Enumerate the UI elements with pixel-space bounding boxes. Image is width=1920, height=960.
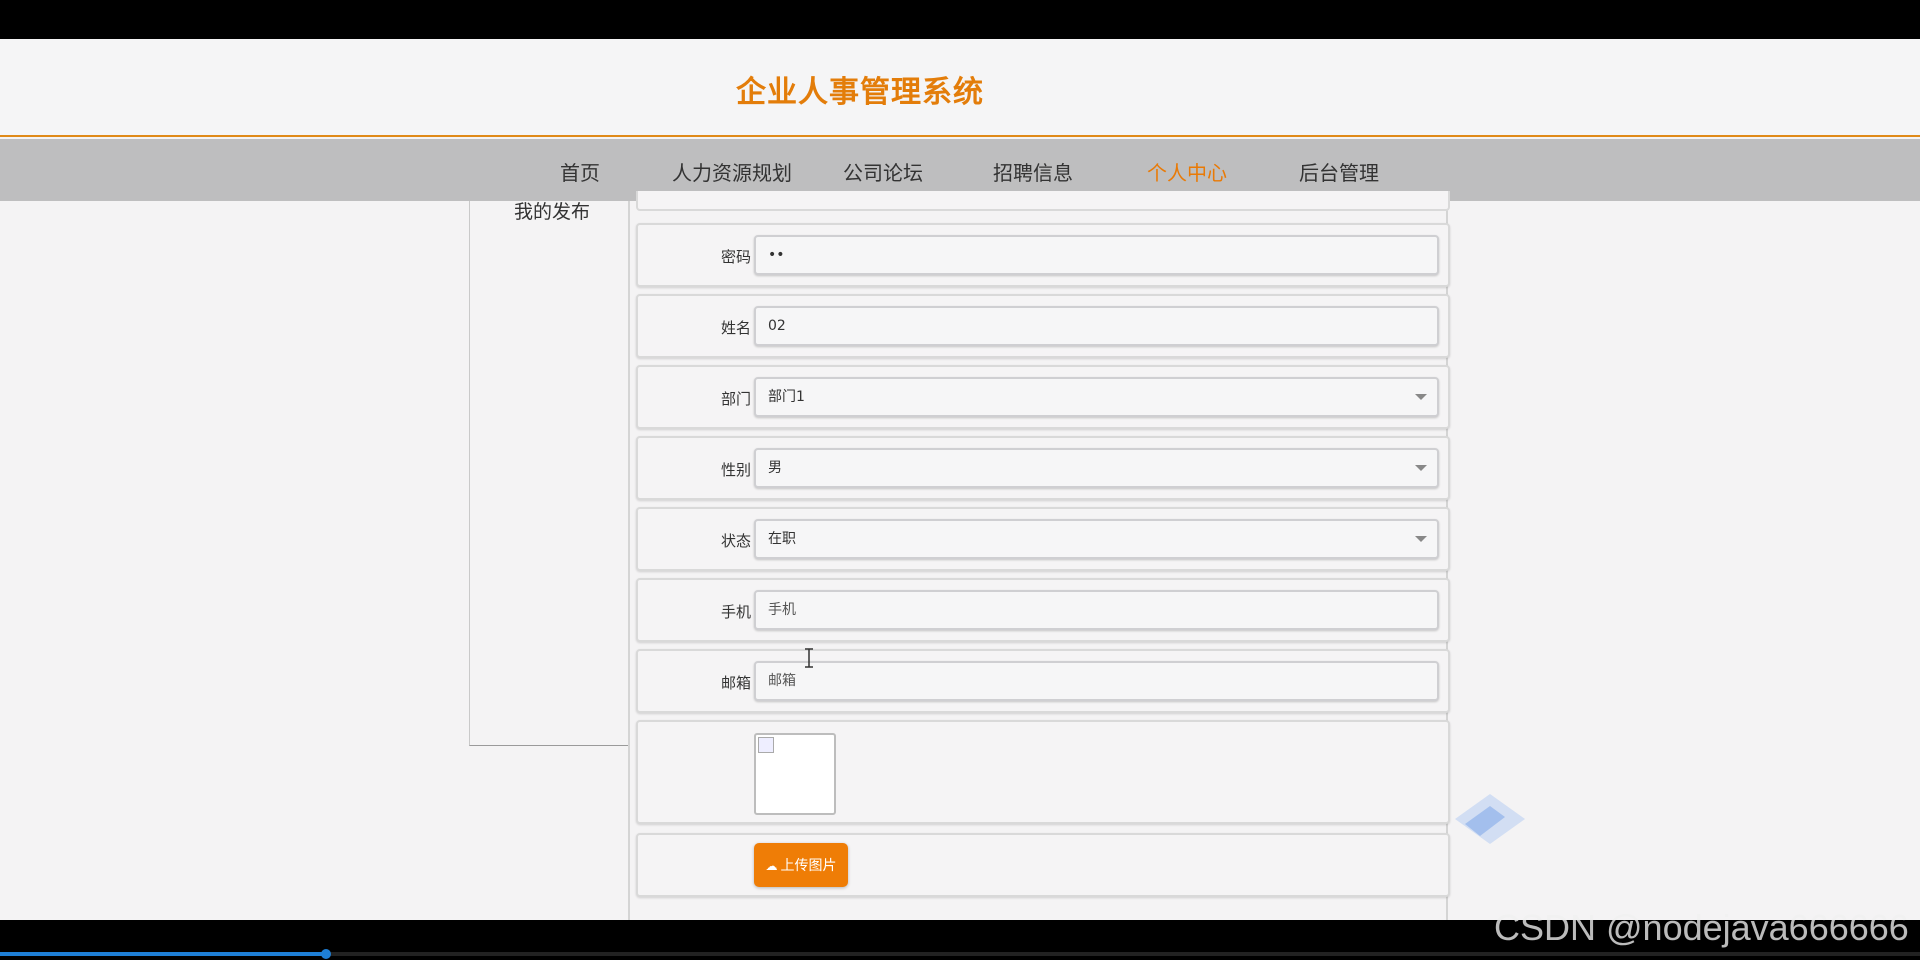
- app-window: 企业人事管理系统 首页 人力资源规划 公司论坛 招聘信息 个人中心 后台管理 我…: [0, 39, 1920, 920]
- upload-image-button[interactable]: ☁ 上传图片: [754, 843, 848, 887]
- status-select[interactable]: 在职: [754, 519, 1439, 559]
- department-value: 部门1: [768, 389, 805, 405]
- cloud-upload-icon: ☁: [765, 859, 778, 873]
- chevron-down-icon: [1415, 465, 1427, 471]
- sidebar: 我的发布: [469, 201, 629, 746]
- profile-form: 密码 •• 姓名 02 部门 部门1 性别 男 状态 在职 手机 手机 邮箱 邮…: [628, 191, 1450, 920]
- form-row-avatar: [636, 720, 1450, 824]
- chevron-down-icon: [1415, 394, 1427, 400]
- gender-value: 男: [768, 460, 782, 476]
- form-row-department: 部门 部门1: [636, 365, 1450, 429]
- gender-select[interactable]: 男: [754, 448, 1439, 488]
- phone-input[interactable]: [754, 590, 1439, 630]
- form-row-phone: 手机: [636, 578, 1450, 642]
- email-label: 邮箱: [720, 674, 751, 692]
- status-label: 状态: [720, 532, 751, 550]
- form-row-partial: [636, 191, 1450, 211]
- form-row-status: 状态 在职: [636, 507, 1450, 571]
- site-title: 企业人事管理系统: [736, 75, 984, 110]
- broken-image-icon: [758, 737, 774, 753]
- form-row-upload: ☁ 上传图片: [636, 833, 1450, 897]
- form-row-password: 密码 ••: [636, 223, 1450, 287]
- nav-forum[interactable]: 公司论坛: [843, 157, 923, 186]
- nav-recruitment[interactable]: 招聘信息: [993, 157, 1073, 186]
- text-cursor-icon: [804, 648, 814, 668]
- site-header: 企业人事管理系统: [0, 39, 1920, 137]
- phone-label: 手机: [720, 603, 751, 621]
- nav-home[interactable]: 首页: [560, 157, 600, 186]
- upload-label: 上传图片: [780, 857, 837, 873]
- nav-admin[interactable]: 后台管理: [1299, 157, 1379, 186]
- department-select[interactable]: 部门1: [754, 377, 1439, 417]
- form-row-email: 邮箱: [636, 649, 1450, 713]
- watermark: CSDN @nodejava666666: [1494, 907, 1909, 948]
- status-value: 在职: [768, 531, 796, 547]
- decorative-logo-icon: [1455, 794, 1525, 844]
- sidebar-item-my-posts[interactable]: 我的发布: [514, 197, 590, 224]
- video-progress-fill: [0, 952, 327, 956]
- video-progress-bar[interactable]: [0, 949, 1920, 959]
- form-row-name: 姓名 02: [636, 294, 1450, 358]
- nav-personal-center[interactable]: 个人中心: [1147, 157, 1227, 186]
- video-top-letterbox: [0, 0, 1920, 39]
- avatar-image: [754, 733, 836, 815]
- password-field[interactable]: ••: [754, 235, 1439, 275]
- gender-label: 性别: [720, 461, 751, 479]
- department-label: 部门: [720, 390, 751, 408]
- name-label: 姓名: [720, 319, 751, 337]
- email-input[interactable]: [754, 661, 1439, 701]
- name-field[interactable]: 02: [754, 306, 1439, 346]
- nav-hr-planning[interactable]: 人力资源规划: [672, 157, 792, 186]
- form-row-gender: 性别 男: [636, 436, 1450, 500]
- chevron-down-icon: [1415, 536, 1427, 542]
- password-label: 密码: [720, 248, 751, 266]
